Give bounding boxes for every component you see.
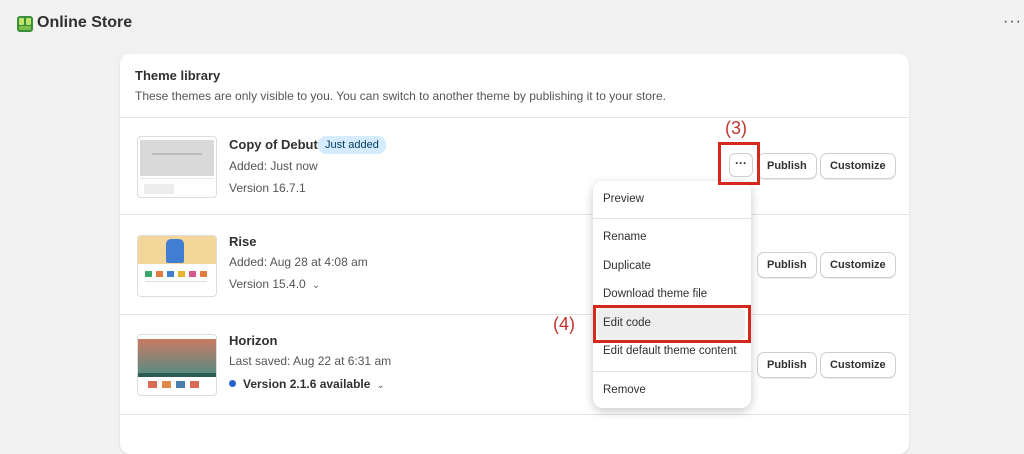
menu-item-rename[interactable]: Rename — [603, 231, 646, 243]
publish-button[interactable]: Publish — [757, 352, 817, 378]
top-bar: Online Store ··· — [0, 0, 1024, 50]
menu-item-preview[interactable]: Preview — [603, 193, 644, 205]
theme-thumbnail-horizon — [137, 334, 217, 396]
menu-item-edit-default-theme-content[interactable]: Edit default theme content — [603, 345, 737, 357]
menu-divider — [593, 371, 751, 372]
theme-library-title: Theme library — [135, 68, 221, 83]
theme-library-description: These themes are only visible to you. Yo… — [135, 89, 666, 103]
more-actions-icon[interactable]: ··· — [1003, 13, 1022, 31]
divider — [120, 414, 909, 415]
menu-divider — [593, 218, 751, 219]
theme-thumbnail-debut — [137, 136, 217, 198]
online-store-icon — [17, 16, 33, 32]
publish-button[interactable]: Publish — [757, 153, 817, 179]
divider — [120, 117, 909, 118]
divider — [120, 214, 909, 215]
theme-thumbnail-rise — [137, 235, 217, 297]
theme-last-saved: Last saved: Aug 22 at 6:31 am — [229, 354, 392, 368]
theme-added: Added: Just now — [229, 159, 318, 173]
theme-version-dropdown[interactable]: Version 15.4.0 ⌄ — [229, 277, 320, 291]
chevron-down-icon: ⌄ — [376, 380, 385, 391]
status-dot-icon — [229, 380, 236, 387]
customize-button[interactable]: Customize — [820, 352, 896, 378]
theme-name: Horizon — [229, 333, 278, 348]
divider — [120, 314, 909, 315]
theme-version: Version 16.7.1 — [229, 181, 306, 195]
step-3-annotation: (3) — [725, 118, 747, 138]
page-title: Online Store — [37, 14, 133, 31]
theme-version: Version 2.1.6 available — [243, 377, 371, 391]
menu-item-remove[interactable]: Remove — [603, 384, 646, 396]
theme-name: Rise — [229, 234, 257, 249]
theme-name: Copy of Debut — [229, 137, 318, 152]
menu-item-download-theme-file[interactable]: Download theme file — [603, 288, 707, 300]
customize-button[interactable]: Customize — [820, 252, 896, 278]
version-available-dropdown[interactable]: Version 2.1.6 available ⌄ — [229, 377, 385, 391]
step-3-highlight-box — [718, 142, 760, 185]
theme-library-card: Theme library These themes are only visi… — [120, 54, 909, 454]
chevron-down-icon: ⌄ — [311, 280, 321, 291]
customize-button[interactable]: Customize — [820, 153, 896, 179]
step-4-highlight-box — [593, 305, 751, 343]
just-added-badge: Just added — [318, 136, 386, 154]
theme-version: Version 15.4.0 — [229, 277, 306, 291]
publish-button[interactable]: Publish — [757, 252, 817, 278]
theme-actions-menu: Preview Rename Duplicate Download theme … — [593, 181, 751, 408]
step-4-annotation: (4) — [553, 314, 575, 334]
theme-added: Added: Aug 28 at 4:08 am — [229, 255, 368, 269]
menu-item-duplicate[interactable]: Duplicate — [603, 260, 651, 272]
